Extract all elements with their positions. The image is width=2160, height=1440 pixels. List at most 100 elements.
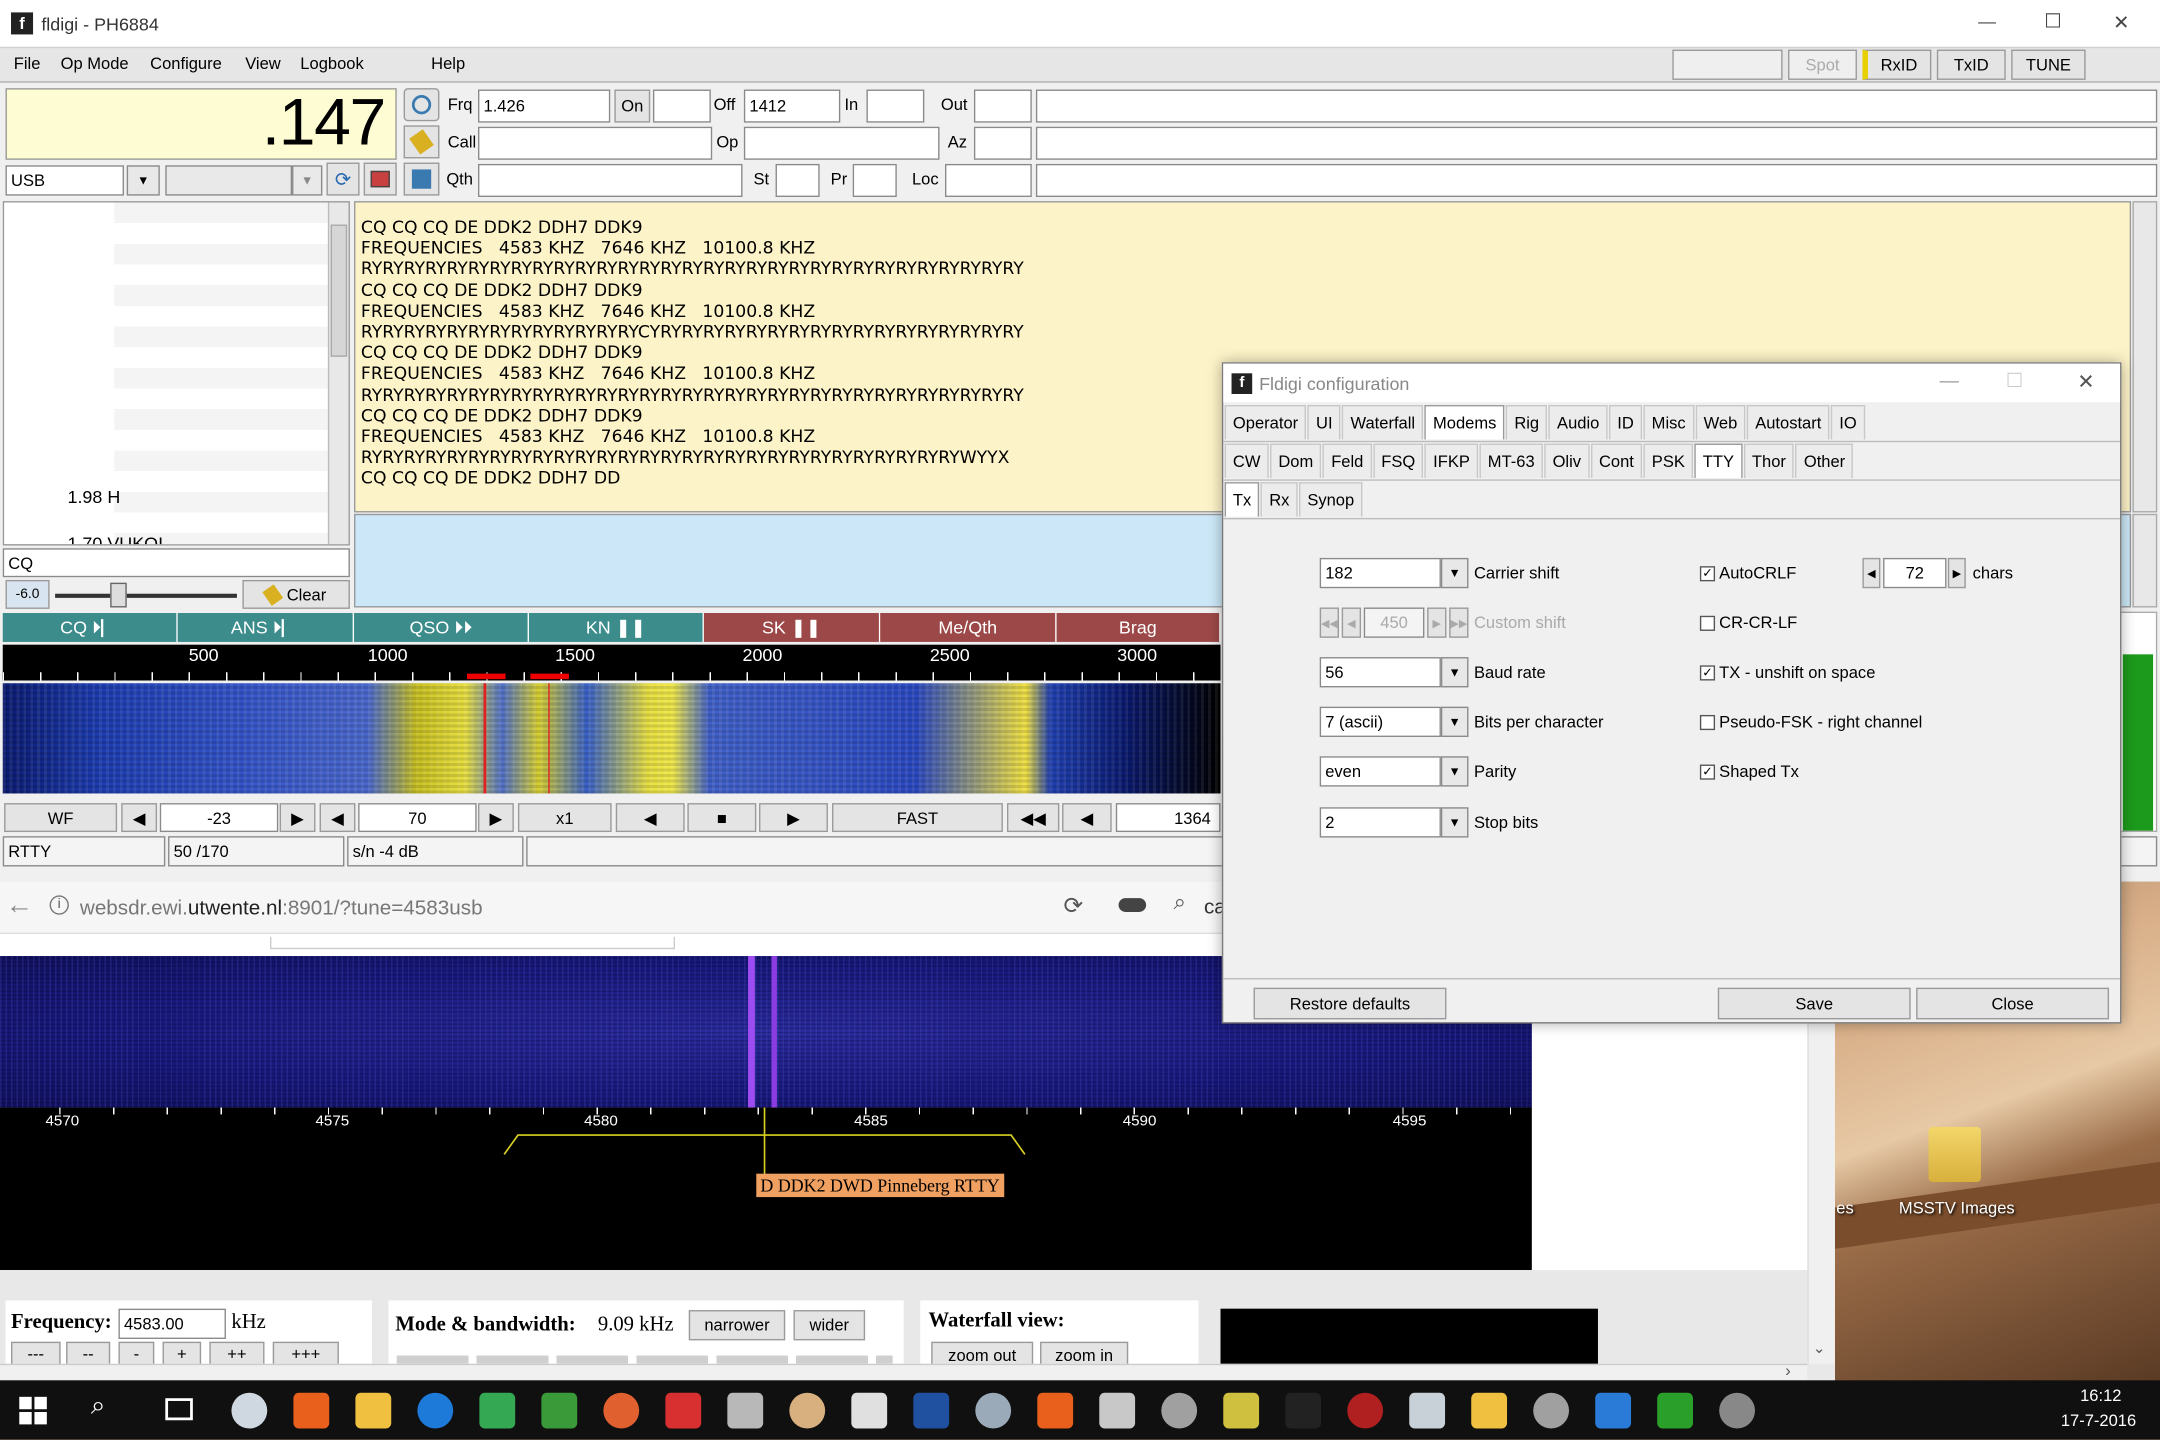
tab-cont[interactable]: Cont — [1590, 443, 1643, 479]
narrower-button[interactable]: narrower — [688, 1310, 786, 1341]
tx-unshift-check[interactable]: ✓ — [1699, 664, 1716, 680]
tab-cw[interactable]: CW — [1224, 443, 1269, 479]
bandwidth-dropdown-arrow[interactable]: ▼ — [292, 165, 323, 196]
stop-bits-dropdown[interactable]: ▼ — [1440, 807, 1469, 838]
app-icon[interactable] — [1347, 1392, 1384, 1429]
shaped-tx-check[interactable]: ✓ — [1699, 763, 1716, 780]
macro-button[interactable]: CQ ⏵▏ — [2, 613, 178, 642]
mode-dropdown-arrow[interactable]: ▼ — [126, 165, 160, 196]
crcrlf-check[interactable] — [1699, 615, 1716, 631]
status-mode[interactable]: RTTY — [2, 836, 166, 867]
bandwidth-select[interactable] — [165, 165, 293, 196]
reload-icon[interactable]: ⟳ — [1063, 893, 1083, 921]
hscroll-right-icon[interactable]: › — [1785, 1361, 1791, 1380]
tab-id[interactable]: ID — [1608, 404, 1643, 440]
forward-button[interactable]: ▶ — [759, 803, 828, 833]
desktop-folder-icon[interactable] — [1928, 1126, 1981, 1182]
app-icon[interactable] — [1409, 1392, 1446, 1429]
tx-unshift-checkbox[interactable]: ✓ TX - unshift on space — [1699, 663, 1875, 682]
minimize-button[interactable]: — — [1978, 11, 1996, 32]
close-dialog-button[interactable]: Close — [1916, 987, 2110, 1020]
fldigi-icon[interactable] — [851, 1392, 888, 1429]
tab-modems[interactable]: Modems — [1424, 404, 1505, 440]
app-icon[interactable] — [789, 1392, 826, 1429]
edge-icon[interactable] — [417, 1392, 454, 1429]
tab-mt-63[interactable]: MT-63 — [1479, 443, 1543, 479]
rx-scrollbar[interactable] — [2132, 201, 2158, 513]
pseudo-fsk-checkbox[interactable]: Pseudo-FSK - right channel — [1699, 712, 1922, 731]
parity-dropdown[interactable]: ▼ — [1440, 756, 1469, 787]
firefox-icon[interactable] — [1037, 1392, 1074, 1429]
squelch-slider-handle[interactable] — [110, 582, 127, 608]
app-icon[interactable] — [727, 1392, 764, 1429]
tab-rx[interactable]: Rx — [1260, 482, 1298, 517]
autocrlf-checkbox[interactable]: ✓ AutoCRLF — [1699, 563, 1796, 583]
tab-operator[interactable]: Operator — [1224, 404, 1307, 440]
menu-help[interactable]: Help — [431, 54, 465, 73]
wf-button[interactable]: WF — [4, 803, 118, 833]
tab-feld[interactable]: Feld — [1322, 443, 1372, 479]
browser-scrollbar[interactable] — [327, 202, 349, 545]
app-icon[interactable] — [1099, 1392, 1136, 1429]
baud-rate-field[interactable]: 56 — [1319, 657, 1441, 688]
app-icon[interactable] — [1161, 1392, 1198, 1429]
range-down-button[interactable]: ◀ — [319, 803, 356, 833]
app-icon[interactable] — [1595, 1392, 1632, 1429]
back-icon[interactable]: ← — [6, 890, 34, 922]
macro-button[interactable]: SK ❚❚ — [703, 613, 881, 642]
desktop-icon-label[interactable]: MSSTV Images — [1884, 1198, 2029, 1217]
pr-field[interactable] — [852, 163, 897, 197]
qth-field[interactable] — [478, 163, 743, 197]
out-field[interactable] — [973, 89, 1032, 123]
tab-tx[interactable]: Tx — [1224, 482, 1260, 517]
fast-back-button[interactable]: ◀◀ — [1006, 803, 1060, 833]
tab-audio[interactable]: Audio — [1548, 404, 1608, 440]
tab-other[interactable]: Other — [1795, 443, 1854, 479]
book-icon[interactable] — [363, 162, 397, 196]
globe-icon[interactable] — [541, 1392, 578, 1429]
tab-dom[interactable]: Dom — [1270, 443, 1322, 479]
baud-rate-dropdown[interactable]: ▼ — [1440, 657, 1469, 688]
config-maximize-button[interactable]: ☐ — [2006, 369, 2023, 392]
restore-defaults-button[interactable]: Restore defaults — [1253, 987, 1447, 1020]
macro-button[interactable]: Me/Qth — [880, 613, 1057, 642]
config-close-button[interactable]: ✕ — [2077, 369, 2094, 394]
bits-dropdown[interactable]: ▼ — [1440, 706, 1469, 737]
browser-hscrollbar[interactable] — [0, 1363, 1808, 1381]
menu-view[interactable]: View — [245, 54, 281, 73]
rxid-button[interactable]: RxID — [1862, 49, 1932, 80]
tab-rig[interactable]: Rig — [1506, 404, 1548, 440]
globe-icon[interactable] — [403, 88, 440, 122]
sdr-station-label[interactable]: D DDK2 DWD Pinneberg RTTY — [756, 1173, 1004, 1198]
folder-icon[interactable] — [355, 1392, 392, 1429]
range-field[interactable]: 70 — [358, 803, 477, 833]
tab-web[interactable]: Web — [1695, 404, 1746, 440]
crcrlf-checkbox[interactable]: CR-CR-LF — [1699, 613, 1797, 632]
macro-button[interactable]: ANS ⏵▏ — [177, 613, 355, 642]
app-icon[interactable] — [1533, 1392, 1570, 1429]
frequency-input[interactable]: 4583.00 — [118, 1308, 226, 1339]
chrome-icon[interactable] — [479, 1392, 516, 1429]
clock-time[interactable]: 16:12 — [2080, 1386, 2121, 1405]
macro-button[interactable]: Brag — [1056, 613, 1221, 642]
carrier-freq-field[interactable]: 1364 — [1115, 803, 1221, 833]
macro-button[interactable]: QSO ⏵⏵ — [354, 613, 529, 642]
tab-fsq[interactable]: FSQ — [1372, 443, 1424, 479]
frq-field[interactable]: 1.426 — [478, 89, 611, 123]
sdr-passband[interactable] — [496, 1107, 1033, 1182]
speed-button[interactable]: FAST — [832, 803, 1003, 833]
st-field[interactable] — [775, 163, 820, 197]
search-taskbar-icon[interactable]: ⌕ — [91, 1391, 106, 1421]
config-minimize-button[interactable]: — — [1940, 369, 1959, 391]
macro-button[interactable]: KN ❚❚ — [528, 613, 704, 642]
tab-ui[interactable]: UI — [1307, 404, 1341, 440]
tab-misc[interactable]: Misc — [1643, 404, 1694, 440]
level-field[interactable]: -23 — [159, 803, 279, 833]
shaped-tx-checkbox[interactable]: ✓ Shaped Tx — [1699, 762, 1799, 781]
zoom-button[interactable]: x1 — [517, 803, 612, 833]
maximize-button[interactable]: ☐ — [2044, 10, 2061, 33]
terminal-icon[interactable] — [1285, 1392, 1322, 1429]
squelch-slider[interactable] — [55, 593, 237, 598]
app-icon[interactable] — [975, 1392, 1012, 1429]
signal-browser[interactable]: 1.98 H 1.70 VUKOI — [2, 201, 350, 546]
